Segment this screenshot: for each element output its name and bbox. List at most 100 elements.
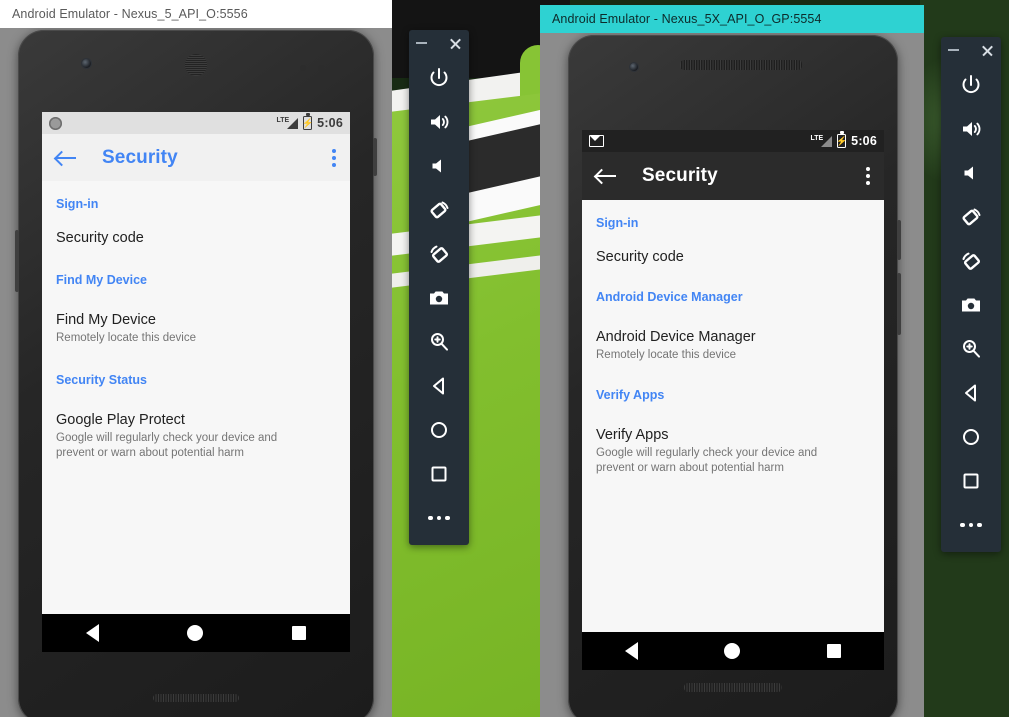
front-camera-icon — [630, 63, 638, 71]
navigation-bar-right[interactable] — [582, 632, 884, 670]
emulator-control-toolbar-right[interactable] — [941, 37, 1001, 552]
home-button[interactable] — [409, 408, 469, 452]
screen-root: Android Emulator - Nexus_5_API_O:5556 LT… — [0, 0, 1009, 717]
device-nexus5: LTE ⚡ 5:06 Security Sign-in Security cod… — [15, 30, 377, 717]
front-camera-icon — [82, 59, 91, 68]
more-button[interactable] — [941, 503, 1001, 547]
back-button[interactable] — [409, 364, 469, 408]
more-dots-icon — [960, 522, 982, 528]
power-side-button[interactable] — [373, 138, 377, 176]
power-side-button[interactable] — [897, 220, 901, 260]
navigation-bar-left[interactable] — [42, 614, 350, 652]
settings-section: Sign-in Security code — [56, 181, 336, 247]
nav-back-icon[interactable] — [86, 624, 100, 642]
status-clock: 5:06 — [317, 116, 343, 130]
section-header: Find My Device — [56, 273, 147, 288]
nav-home-icon[interactable] — [724, 643, 741, 659]
more-options-icon[interactable] — [866, 167, 870, 185]
section-header: Security Status — [56, 372, 148, 387]
volume-up-button[interactable] — [409, 100, 469, 144]
section-header: Sign-in — [56, 197, 99, 211]
settings-section: Sign-in Security code — [596, 200, 870, 266]
list-item[interactable]: Security code — [596, 232, 870, 266]
power-button[interactable] — [941, 63, 1001, 107]
proximity-sensors — [300, 65, 324, 71]
more-options-icon[interactable] — [332, 148, 336, 167]
toolbar-window-controls — [409, 30, 469, 56]
back-arrow-icon[interactable] — [56, 150, 76, 166]
screenshot-button[interactable] — [409, 276, 469, 320]
nav-back-icon[interactable] — [625, 642, 639, 660]
more-button[interactable] — [409, 496, 469, 540]
minimize-icon[interactable] — [948, 49, 959, 51]
close-icon[interactable] — [449, 37, 462, 50]
emulator-window-nexus5x[interactable]: Android Emulator - Nexus_5X_API_O_GP:555… — [540, 5, 924, 717]
emulator-window-nexus5[interactable]: Android Emulator - Nexus_5_API_O:5556 LT… — [0, 0, 392, 717]
minimize-icon[interactable] — [416, 42, 427, 44]
emulator-viewport-left: LTE ⚡ 5:06 Security Sign-in Security cod… — [0, 28, 392, 717]
list-item-title: Verify Apps — [596, 426, 669, 443]
section-header: Verify Apps — [596, 387, 665, 402]
zoom-button[interactable] — [409, 320, 469, 364]
status-bar-right: LTE ⚡ 5:06 — [582, 130, 884, 152]
settings-section: Security Status Google Play Protect Goog… — [56, 347, 336, 462]
emulator-control-toolbar-left[interactable] — [409, 30, 469, 545]
volume-up-button[interactable] — [941, 107, 1001, 151]
rotate-left-button[interactable] — [409, 188, 469, 232]
bottom-speaker-grille — [153, 694, 239, 702]
list-item-title: Security code — [596, 249, 684, 265]
earpiece-speaker — [185, 54, 207, 76]
settings-section: Find My Device Find My Device Remotely l… — [56, 247, 336, 347]
home-button[interactable] — [941, 415, 1001, 459]
overview-button[interactable] — [941, 459, 1001, 503]
settings-section: Android Device Manager Android Device Ma… — [596, 266, 870, 364]
emulator-titlebar-left[interactable]: Android Emulator - Nexus_5_API_O:5556 — [0, 0, 392, 28]
back-arrow-icon[interactable] — [596, 168, 616, 184]
list-item-title: Find My Device — [56, 312, 156, 329]
phone-screen-right[interactable]: LTE ⚡ 5:06 Security Sign-in Security cod… — [582, 130, 884, 670]
list-item-title: Android Device Manager — [596, 329, 756, 346]
list-item-subtitle: Google will regularly check your device … — [596, 446, 818, 475]
zoom-button[interactable] — [941, 327, 1001, 371]
volume-rocker-button[interactable] — [897, 273, 901, 335]
emulator-viewport-right: LTE ⚡ 5:06 Security Sign-in Security cod… — [540, 33, 924, 717]
settings-list-left[interactable]: Sign-in Security code Find My Device Fin… — [42, 181, 350, 614]
close-icon[interactable] — [981, 44, 994, 57]
app-toolbar-right: Security — [582, 152, 884, 200]
toolbar-window-controls — [941, 37, 1001, 63]
volume-rocker-button[interactable] — [15, 230, 19, 292]
overview-button[interactable] — [409, 452, 469, 496]
list-item-subtitle: Remotely locate this device — [56, 332, 196, 345]
back-button[interactable] — [941, 371, 1001, 415]
volume-down-button[interactable] — [941, 151, 1001, 195]
list-item-title: Security code — [56, 230, 144, 246]
bottom-speaker-grille — [684, 683, 782, 692]
page-title: Security — [642, 165, 718, 186]
list-item[interactable]: Verify Apps Google will regularly check … — [596, 404, 870, 477]
section-header: Android Device Manager — [596, 290, 743, 305]
status-bar-left: LTE ⚡ 5:06 — [42, 112, 350, 134]
status-clock: 5:06 — [851, 134, 877, 148]
list-item[interactable]: Android Device Manager Remotely locate t… — [596, 306, 870, 364]
settings-list-right[interactable]: Sign-in Security code Android Device Man… — [582, 200, 884, 632]
list-item[interactable]: Google Play Protect Google will regularl… — [56, 389, 336, 462]
gmail-notification-icon — [589, 135, 604, 147]
network-type-label: LTE — [810, 134, 824, 142]
nav-overview-icon[interactable] — [826, 644, 841, 658]
volume-down-button[interactable] — [409, 144, 469, 188]
emulator-titlebar-right[interactable]: Android Emulator - Nexus_5X_API_O_GP:555… — [540, 5, 924, 33]
phone-screen-left[interactable]: LTE ⚡ 5:06 Security Sign-in Security cod… — [42, 112, 350, 652]
device-nexus5x: LTE ⚡ 5:06 Security Sign-in Security cod… — [568, 35, 901, 717]
list-item[interactable]: Security code — [56, 213, 336, 247]
list-item[interactable]: Find My Device Remotely locate this devi… — [56, 289, 336, 347]
screenshot-button[interactable] — [941, 283, 1001, 327]
rotate-right-button[interactable] — [409, 232, 469, 276]
settings-section: Verify Apps Verify Apps Google will regu… — [596, 364, 870, 477]
nav-home-icon[interactable] — [187, 625, 204, 641]
rotate-right-button[interactable] — [941, 239, 1001, 283]
more-dots-icon — [428, 515, 450, 521]
circle-notification-icon — [49, 116, 62, 130]
rotate-left-button[interactable] — [941, 195, 1001, 239]
nav-overview-icon[interactable] — [291, 626, 306, 640]
power-button[interactable] — [409, 56, 469, 100]
